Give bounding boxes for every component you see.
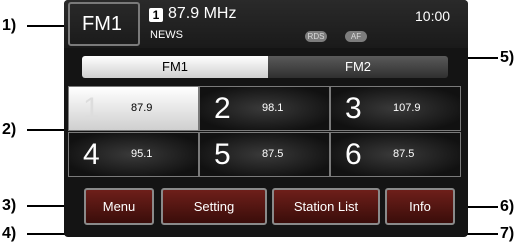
callout-1-leader bbox=[27, 25, 64, 27]
callout-2: 2) bbox=[2, 121, 17, 138]
preset-number: 3 bbox=[345, 92, 362, 125]
band-indicator: FM1 bbox=[68, 2, 140, 46]
callout-5: 5) bbox=[500, 49, 515, 66]
af-badge: AF bbox=[345, 31, 367, 42]
preset-number: 1 bbox=[83, 92, 100, 125]
menu-button[interactable]: Menu bbox=[84, 188, 154, 225]
radio-screen: FM1 1 87.9 MHz 10:00 NEWS RDS AF FM1 FM2… bbox=[64, 0, 468, 237]
current-frequency: 87.9 MHz bbox=[168, 5, 237, 22]
preset-number: 5 bbox=[214, 138, 231, 171]
info-button[interactable]: Info bbox=[385, 188, 455, 225]
preset-button-3[interactable]: 3 107.9 bbox=[330, 86, 461, 131]
ps-name: NEWS bbox=[150, 29, 183, 41]
preset-grid: 1 87.9 2 98.1 3 107.9 4 95.1 5 87.5 6 87… bbox=[68, 86, 463, 178]
tab-fm2[interactable]: FM2 bbox=[268, 56, 448, 78]
preset-frequency: 95.1 bbox=[131, 148, 153, 160]
callout-4: 4) bbox=[2, 225, 17, 242]
preset-number: 2 bbox=[214, 92, 231, 125]
callout-3: 3) bbox=[2, 197, 17, 214]
clock: 10:00 bbox=[415, 8, 451, 24]
preset-button-6[interactable]: 6 87.5 bbox=[330, 132, 461, 177]
preset-button-1[interactable]: 1 87.9 bbox=[68, 86, 199, 131]
preset-number: 6 bbox=[345, 138, 362, 171]
preset-button-5[interactable]: 5 87.5 bbox=[199, 132, 330, 177]
preset-frequency: 98.1 bbox=[262, 102, 284, 114]
setting-button[interactable]: Setting bbox=[161, 188, 267, 225]
tab-fm1[interactable]: FM1 bbox=[82, 56, 268, 78]
callout-7: 7) bbox=[500, 225, 515, 242]
current-preset-number: 1 bbox=[149, 8, 163, 22]
preset-button-2[interactable]: 2 98.1 bbox=[199, 86, 330, 131]
callout-2-leader bbox=[27, 129, 64, 131]
preset-frequency: 87.5 bbox=[393, 148, 415, 160]
status-header: FM1 1 87.9 MHz 10:00 NEWS RDS AF bbox=[64, 0, 468, 48]
callout-6: 6) bbox=[500, 198, 515, 215]
preset-frequency: 107.9 bbox=[393, 102, 421, 114]
rds-badge: RDS bbox=[305, 31, 327, 42]
band-tabs: FM1 FM2 bbox=[82, 56, 448, 78]
callout-1: 1) bbox=[2, 17, 17, 34]
preset-button-4[interactable]: 4 95.1 bbox=[68, 132, 199, 177]
preset-frequency: 87.9 bbox=[131, 102, 153, 114]
preset-frequency: 87.5 bbox=[262, 148, 284, 160]
station-list-button[interactable]: Station List bbox=[272, 188, 380, 225]
preset-number: 4 bbox=[83, 138, 100, 171]
